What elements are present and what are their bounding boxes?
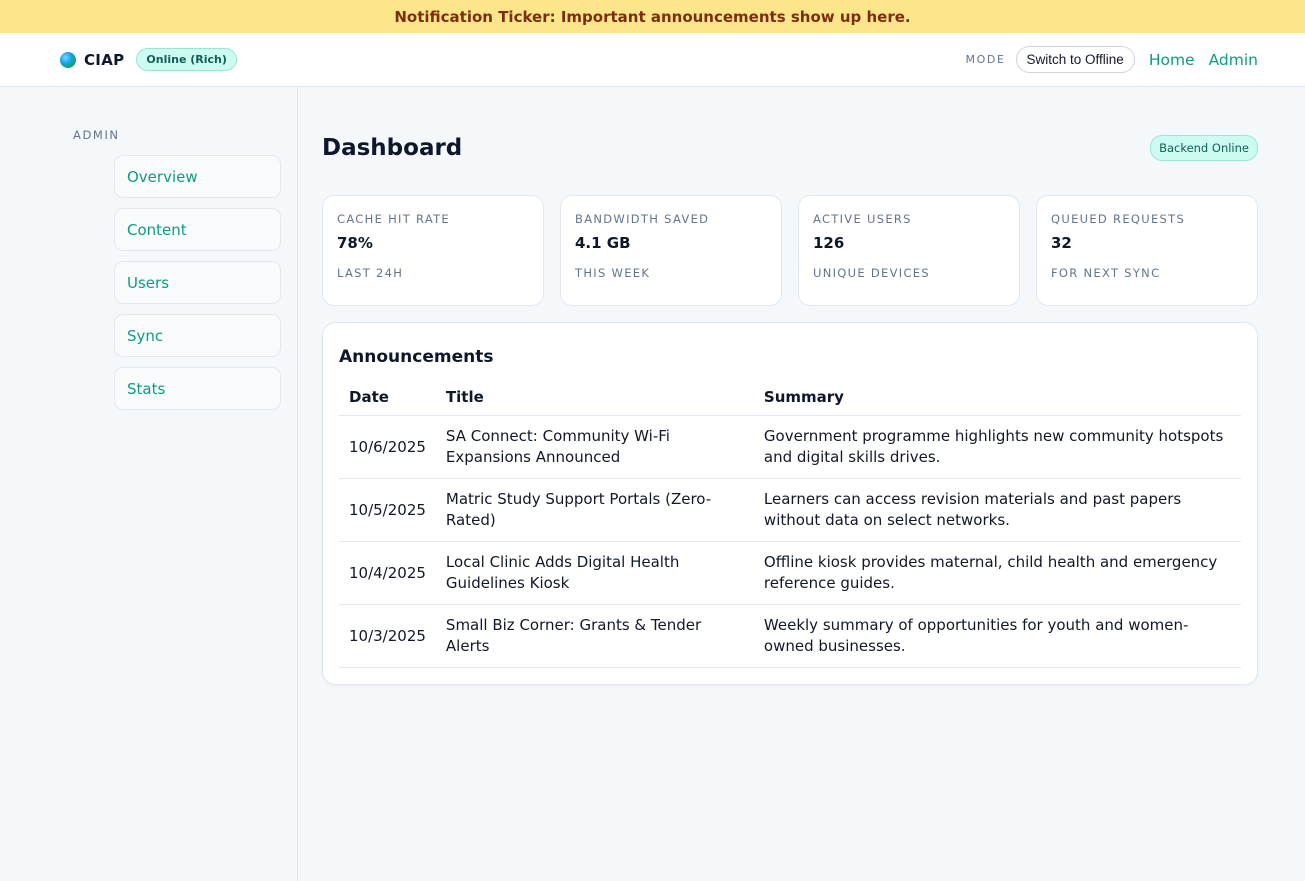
cell-title: Matric Study Support Portals (Zero-Rated… [435,478,754,542]
backend-status-badge: Backend Online [1150,135,1258,161]
stat-card-queued-requests: QUEUED REQUESTS 32 FOR NEXT SYNC [1036,195,1258,306]
main-content: Dashboard Backend Online CACHE HIT RATE … [298,87,1305,881]
cell-title: Local Clinic Adds Digital Health Guideli… [435,541,754,605]
stat-card-cache-hit-rate: CACHE HIT RATE 78% LAST 24H [322,195,544,306]
page-title: Dashboard [322,135,463,161]
sidebar-item-content[interactable]: Content [114,208,281,251]
cell-summary: Government programme highlights new comm… [753,415,1241,479]
stat-subtext: FOR NEXT SYNC [1051,266,1161,280]
stat-value: 126 [813,234,845,252]
table-row: 10/4/2025 Local Clinic Adds Digital Heal… [339,541,1241,605]
notification-ticker: Notification Ticker: Important announcem… [0,0,1305,33]
sidebar-heading: ADMIN [73,128,120,142]
column-header-date: Date [339,379,436,416]
sidebar-item-users[interactable]: Users [114,261,281,304]
cell-date: 10/5/2025 [339,478,436,542]
column-header-summary: Summary [753,379,1241,416]
table-row: 10/6/2025 SA Connect: Community Wi-Fi Ex… [339,415,1241,479]
stat-card-bandwidth-saved: BANDWIDTH SAVED 4.1 GB THIS WEEK [560,195,782,306]
sidebar-item-sync[interactable]: Sync [114,314,281,357]
stat-subtext: THIS WEEK [575,266,651,280]
table-row: 10/3/2025 Small Biz Corner: Grants & Ten… [339,604,1241,668]
brand[interactable]: CIAP Online (Rich) [60,48,237,71]
connection-status-badge: Online (Rich) [136,48,237,71]
cell-summary: Weekly summary of opportunities for yout… [753,604,1241,668]
announcements-title: Announcements [339,347,494,367]
sidebar-item-overview[interactable]: Overview [114,155,281,198]
table-header-row: Date Title Summary [339,379,1241,416]
nav-link-admin[interactable]: Admin [1209,51,1258,69]
stat-label: QUEUED REQUESTS [1051,212,1186,226]
cell-summary: Learners can access revision materials a… [753,478,1241,542]
column-header-title: Title [435,379,754,416]
cell-title: Small Biz Corner: Grants & Tender Alerts [435,604,754,668]
stat-label: BANDWIDTH SAVED [575,212,710,226]
sidebar-item-stats[interactable]: Stats [114,367,281,410]
cell-date: 10/3/2025 [339,604,436,668]
stat-value: 78% [337,234,373,252]
stat-subtext: LAST 24H [337,266,404,280]
stats-row: CACHE HIT RATE 78% LAST 24H BANDWIDTH SA… [322,195,1258,306]
stat-value: 32 [1051,234,1072,252]
stat-label: CACHE HIT RATE [337,212,451,226]
brand-name: CIAP [84,50,125,69]
cell-title: SA Connect: Community Wi-Fi Expansions A… [435,415,754,479]
announcements-card: Announcements Date Title Summary 10/6/20… [322,322,1258,685]
switch-offline-button[interactable]: Switch to Offline [1015,46,1135,73]
nav-link-home[interactable]: Home [1149,51,1195,69]
globe-icon [60,51,76,68]
page-header: Dashboard Backend Online [322,134,1258,162]
stat-label: ACTIVE USERS [813,212,912,226]
table-row: 10/5/2025 Matric Study Support Portals (… [339,478,1241,542]
sidebar: ADMIN Overview Content Users Sync Stats [0,87,298,881]
announcements-table: Date Title Summary 10/6/2025 SA Connect:… [339,379,1241,668]
top-navbar: CIAP Online (Rich) MODE Switch to Offlin… [0,33,1305,87]
nav-right: MODE Switch to Offline Home Admin [966,46,1258,73]
sidebar-menu: Overview Content Users Sync Stats [114,155,281,420]
ticker-text: Notification Ticker: Important announcem… [394,7,911,26]
stat-card-active-users: ACTIVE USERS 126 UNIQUE DEVICES [798,195,1020,306]
page-layout: ADMIN Overview Content Users Sync Stats … [0,87,1305,881]
cell-summary: Offline kiosk provides maternal, child h… [753,541,1241,605]
cell-date: 10/6/2025 [339,415,436,479]
cell-date: 10/4/2025 [339,541,436,605]
mode-label: MODE [965,53,1006,66]
stat-subtext: UNIQUE DEVICES [813,266,930,280]
stat-value: 4.1 GB [575,234,631,252]
